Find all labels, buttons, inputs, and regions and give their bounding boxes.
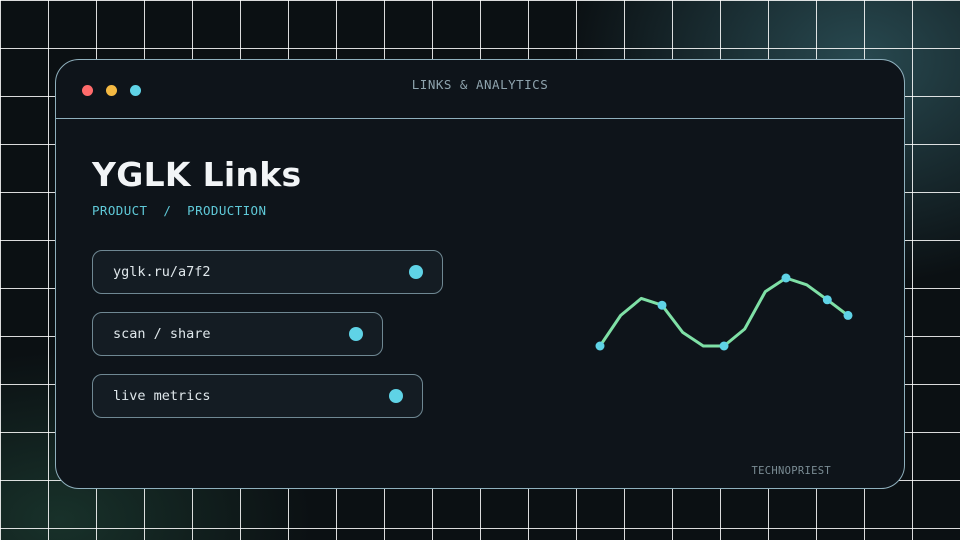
breadcrumb-separator: / — [163, 203, 172, 218]
link-pill-label: yglk.ru/a7f2 — [113, 264, 211, 280]
window-title: LINKS & ANALYTICS — [411, 77, 549, 92]
link-pill-label: scan / share — [113, 326, 211, 342]
status-dot-icon — [349, 327, 363, 341]
link-pill-live-metrics[interactable]: live metrics — [92, 374, 423, 418]
sparkline-point — [657, 300, 667, 310]
sparkline-point — [719, 341, 729, 351]
link-pill-scan-share[interactable]: scan / share — [92, 312, 383, 356]
link-pill-url[interactable]: yglk.ru/a7f2 — [92, 250, 443, 294]
brand-label: TECHNOPRIEST — [751, 465, 831, 477]
sparkline-chart — [595, 273, 853, 351]
title-bar: LINKS & ANALYTICS — [56, 60, 904, 119]
sparkline-point — [843, 310, 853, 320]
breadcrumb-production[interactable]: PRODUCTION — [187, 203, 266, 218]
sparkline-line — [598, 276, 850, 348]
breadcrumb: PRODUCT / PRODUCTION — [92, 203, 266, 218]
page-title: YGLK Links — [92, 155, 302, 194]
sparkline-point — [822, 295, 832, 305]
sparkline-point — [595, 341, 605, 351]
sparkline-point — [781, 273, 791, 283]
breadcrumb-product[interactable]: PRODUCT — [92, 203, 147, 218]
status-dot-icon — [409, 265, 423, 279]
link-pill-label: live metrics — [113, 388, 211, 404]
status-dot-icon — [389, 389, 403, 403]
app-window: LINKS & ANALYTICS YGLK Links PRODUCT / P… — [55, 59, 905, 489]
